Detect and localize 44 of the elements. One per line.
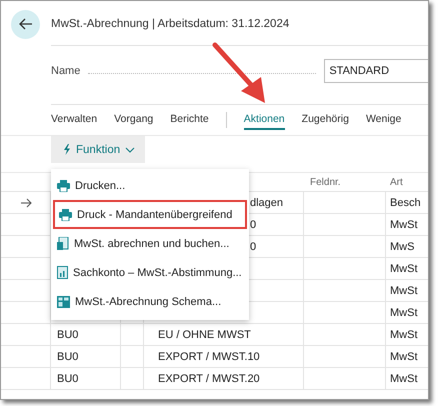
table-cell: MwSt (390, 328, 418, 340)
table-cell: MwSt (390, 218, 418, 230)
action-tab[interactable]: Zugehörig (302, 110, 349, 130)
table-cell: EXPORT / MWST.20 (158, 372, 260, 384)
menu-item[interactable]: MwSt. abrechnen und buchen... (53, 229, 247, 258)
table-cell: MwSt (390, 350, 418, 362)
column-header[interactable]: Art (386, 173, 428, 191)
action-tab[interactable]: Verwalten (51, 110, 98, 130)
action-tab[interactable]: Wenige (366, 110, 402, 130)
table-cell: BU0 (57, 328, 78, 340)
printer-icon (57, 180, 70, 192)
table-cell: BU0 (57, 372, 78, 384)
chart-document-icon (57, 266, 68, 279)
table-cell: 0 (250, 218, 256, 230)
table-cell: EU / OHNE MWST (158, 328, 251, 340)
table-cell: BU0 (57, 350, 78, 362)
action-tab[interactable]: Vorgang (114, 110, 154, 130)
chevron-down-icon (125, 146, 136, 152)
menu-item[interactable]: Sachkonto – MwSt.-Abstimmung... (53, 258, 247, 287)
name-field[interactable]: STANDARD (324, 59, 428, 83)
back-arrow-icon (18, 18, 32, 30)
back-button[interactable] (11, 10, 40, 38)
table-cell: MwSt (390, 372, 418, 384)
lightning-icon (63, 144, 71, 155)
page-title: MwSt.-Abrechnung | Arbeitsdatum: 31.12.2024 (51, 18, 290, 30)
function-button[interactable]: Funktion (51, 136, 146, 163)
name-label: Name (51, 65, 80, 77)
table-cell: MwSt (390, 262, 418, 274)
table-cell: MwSt (390, 306, 418, 318)
column-header[interactable]: Feldnr. (304, 173, 386, 191)
action-tab[interactable]: Berichte (170, 110, 209, 130)
table-cell: dlagen (250, 196, 284, 208)
printer-icon (59, 208, 72, 220)
menu-item[interactable]: MwSt.-Abrechnung Schema... (53, 287, 247, 316)
table-cell: 0 (250, 240, 256, 252)
action-tab[interactable]: Aktionen (244, 110, 285, 130)
table-cell: MwS (390, 240, 414, 252)
menu-item[interactable]: Druck - Mandantenübergreifend (53, 200, 247, 229)
document-icon (57, 237, 69, 250)
menu-item[interactable]: Drucken... (53, 171, 247, 200)
table-cell: Besch (390, 196, 421, 208)
grid-icon (57, 296, 70, 308)
table-cell: EXPORT / MWST.10 (158, 350, 260, 362)
table-cell: MwSt (390, 284, 418, 296)
